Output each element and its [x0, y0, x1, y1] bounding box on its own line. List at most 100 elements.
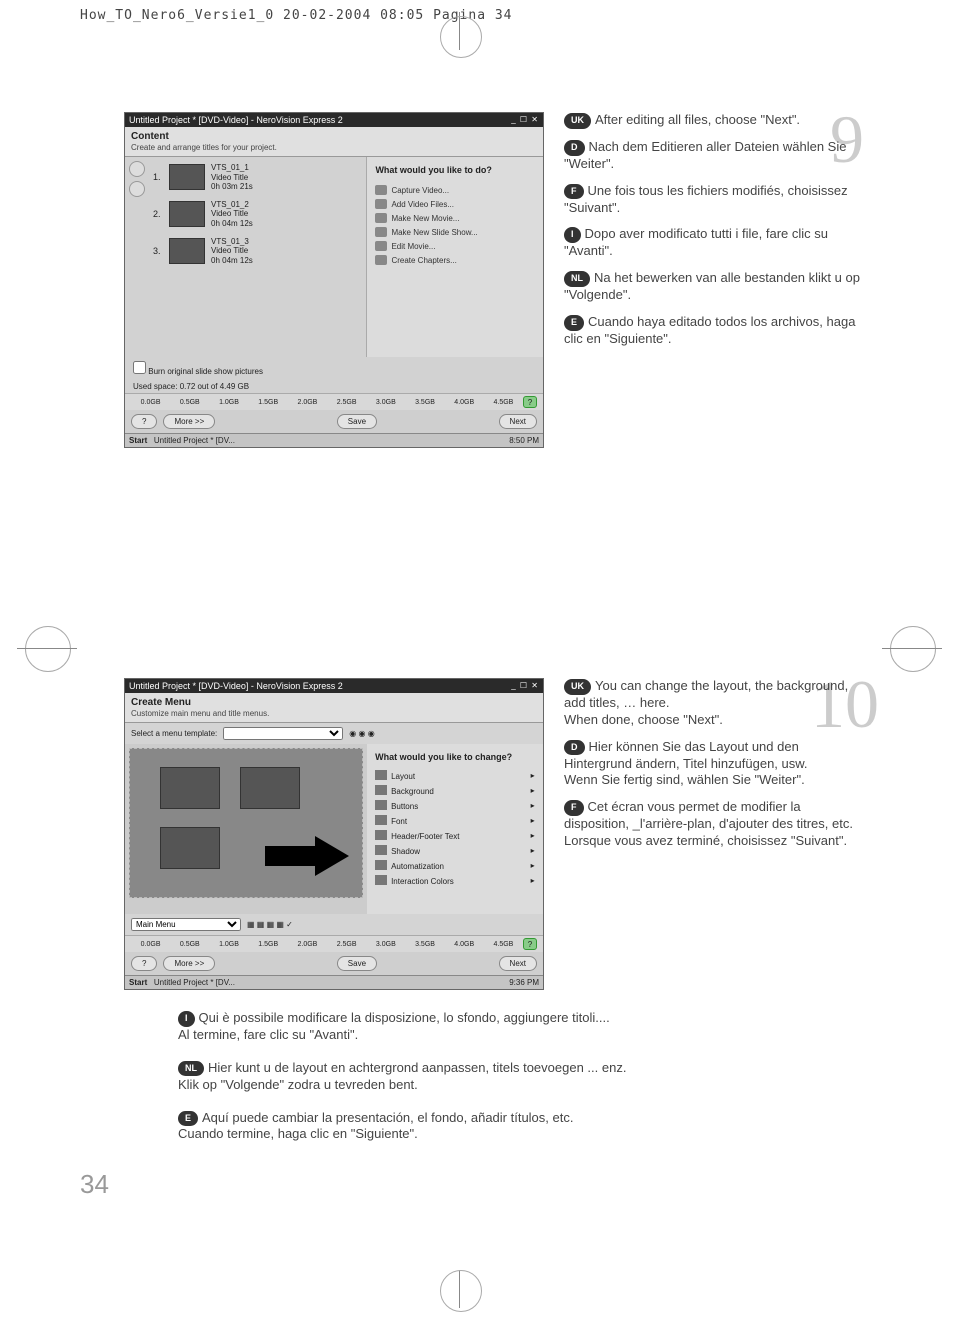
clip-type: Video Title	[211, 246, 248, 255]
clip-name: VTS_01_1	[211, 163, 249, 172]
clip-index: 1.	[153, 172, 163, 182]
lang-pill-uk: UK	[564, 679, 591, 695]
page-number: 34	[80, 1169, 109, 1200]
option-header-footer[interactable]: Header/Footer Text	[375, 828, 535, 843]
panel-subheader: Customize main menu and title menus.	[131, 709, 269, 718]
option-automatization[interactable]: Automatization	[375, 858, 535, 873]
actions-header: What would you like to do?	[375, 165, 535, 175]
help-icon[interactable]: ?	[523, 396, 537, 408]
clip-row[interactable]: 3. VTS_01_3Video Title0h 04m 12s	[153, 237, 360, 266]
lang-pill-e: E	[178, 1111, 198, 1127]
lang-pill-f: F	[564, 800, 584, 816]
step10-text-uk-a: You can change the layout, the backgroun…	[564, 678, 848, 710]
step10-text-d-b: Wenn Sie fertig sind, wählen Sie "Weiter…	[564, 772, 805, 787]
window-title: Untitled Project * [DVD-Video] - NeroVis…	[129, 115, 343, 125]
next-button[interactable]: Next	[499, 956, 537, 971]
next-button[interactable]: Next	[499, 414, 537, 429]
lang-pill-uk: UK	[564, 113, 591, 129]
taskbar: Start Untitled Project * [DV... 9:36 PM	[125, 975, 543, 989]
crop-mark-left	[25, 626, 69, 670]
step9-text-i: Dopo aver modificato tutti i file, fare …	[564, 226, 828, 258]
template-select[interactable]	[223, 727, 343, 740]
crop-mark-bottom	[440, 1270, 480, 1310]
help-button[interactable]: ?	[131, 956, 157, 971]
action-add-video[interactable]: Add Video Files...	[375, 197, 535, 211]
more-button[interactable]: More >>	[163, 956, 215, 971]
step10-text-f-a: Cet écran vous permet de modifier la dis…	[564, 799, 853, 831]
change-options-pane: What would you like to change? Layout Ba…	[367, 744, 543, 914]
taskbar: Start Untitled Project * [DV... 8:50 PM	[125, 433, 543, 447]
window-controls[interactable]: _ ☐ ✕	[511, 115, 539, 125]
clip-index: 3.	[153, 246, 163, 256]
action-edit-movie[interactable]: Edit Movie...	[375, 239, 535, 253]
clip-duration: 0h 04m 12s	[211, 219, 253, 228]
clip-name: VTS_01_3	[211, 237, 249, 246]
window-controls[interactable]: _ ☐ ✕	[511, 681, 539, 691]
menu-thumb	[160, 827, 220, 869]
start-button[interactable]: Start	[129, 978, 147, 987]
step9-text-uk: After editing all files, choose "Next".	[595, 112, 800, 127]
nav-down-button[interactable]	[129, 181, 145, 197]
clip-row[interactable]: 1. VTS_01_1Video Title0h 03m 21s	[153, 163, 360, 192]
step9-text-nl: Na het bewerken van alle bestanden klikt…	[564, 270, 860, 302]
step10-text-e-b: Cuando termine, haga clic en "Siguiente"…	[178, 1126, 418, 1141]
clip-thumb	[169, 201, 205, 227]
help-icon[interactable]: ?	[523, 938, 537, 950]
window-titlebar: Untitled Project * [DVD-Video] - NeroVis…	[125, 113, 543, 127]
step9-text-d: Nach dem Editieren aller Dateien wählen …	[564, 139, 846, 171]
option-font[interactable]: Font	[375, 813, 535, 828]
panel-subheader: Create and arrange titles for your proje…	[131, 143, 277, 152]
step10-text-nl-b: Klik op "Volgende" zodra u tevreden bent…	[178, 1077, 418, 1092]
crop-mark-right	[890, 626, 934, 670]
action-make-movie[interactable]: Make New Movie...	[375, 211, 535, 225]
help-button[interactable]: ?	[131, 414, 157, 429]
crop-mark-top	[440, 18, 480, 58]
window-title: Untitled Project * [DVD-Video] - NeroVis…	[129, 681, 343, 691]
action-make-slideshow[interactable]: Make New Slide Show...	[375, 225, 535, 239]
step10-text-uk-b: When done, choose "Next".	[564, 712, 723, 727]
main-menu-select[interactable]: Main Menu	[131, 918, 241, 931]
more-button[interactable]: More >>	[163, 414, 215, 429]
lang-pill-nl: NL	[564, 271, 590, 287]
action-create-chapters[interactable]: Create Chapters...	[375, 253, 535, 267]
menu-thumb	[160, 767, 220, 809]
options-header: What would you like to change?	[375, 752, 535, 762]
start-button[interactable]: Start	[129, 436, 147, 445]
window-titlebar: Untitled Project * [DVD-Video] - NeroVis…	[125, 679, 543, 693]
taskbar-app[interactable]: Untitled Project * [DV...	[154, 978, 235, 987]
step9-text-e: Cuando haya editado todos los archivos, …	[564, 314, 855, 346]
template-nav-icons[interactable]: ◉ ◉ ◉	[349, 729, 374, 738]
capacity-ruler: 0.0GB0.5GB1.0GB1.5GB2.0GB2.5GB3.0GB3.5GB…	[125, 393, 543, 410]
step10-text-d-a: Hier können Sie das Layout und den Hinte…	[564, 739, 808, 771]
burn-original-checkbox[interactable]	[133, 361, 146, 374]
taskbar-app[interactable]: Untitled Project * [DV...	[154, 436, 235, 445]
clip-duration: 0h 04m 12s	[211, 256, 253, 265]
option-layout[interactable]: Layout	[375, 768, 535, 783]
actions-pane: What would you like to do? Capture Video…	[367, 157, 543, 357]
clip-duration: 0h 03m 21s	[211, 182, 253, 191]
step10-text-e-a: Aquí puede cambiar la presentación, el f…	[202, 1110, 573, 1125]
action-capture-video[interactable]: Capture Video...	[375, 183, 535, 197]
menu-thumb	[240, 767, 300, 809]
option-shadow[interactable]: Shadow	[375, 843, 535, 858]
menu-tool-icons[interactable]: ▦ ▦ ▦ ▦ ✓	[247, 920, 293, 929]
lang-pill-nl: NL	[178, 1061, 204, 1077]
step10-text-i-b: Al termine, fare clic su "Avanti".	[178, 1027, 358, 1042]
clip-type: Video Title	[211, 173, 248, 182]
nav-up-button[interactable]	[129, 161, 145, 177]
lang-pill-d: D	[564, 740, 585, 756]
used-space-label: Used space: 0.72 out of 4.49 GB	[125, 380, 543, 393]
save-button[interactable]: Save	[337, 414, 377, 429]
clip-name: VTS_01_2	[211, 200, 249, 209]
arrow-annotation	[265, 846, 321, 866]
lang-pill-d: D	[564, 140, 585, 156]
lang-pill-e: E	[564, 315, 584, 331]
option-buttons[interactable]: Buttons	[375, 798, 535, 813]
save-button[interactable]: Save	[337, 956, 377, 971]
step10-text-f-b: Lorsque vous avez terminé, choisissez "S…	[564, 833, 847, 848]
option-interaction-colors[interactable]: Interaction Colors	[375, 873, 535, 888]
clip-row[interactable]: 2. VTS_01_2Video Title0h 04m 12s	[153, 200, 360, 229]
option-background[interactable]: Background	[375, 783, 535, 798]
panel-header: Create Menu	[131, 697, 191, 708]
screenshot-step-10: Untitled Project * [DVD-Video] - NeroVis…	[124, 678, 544, 990]
